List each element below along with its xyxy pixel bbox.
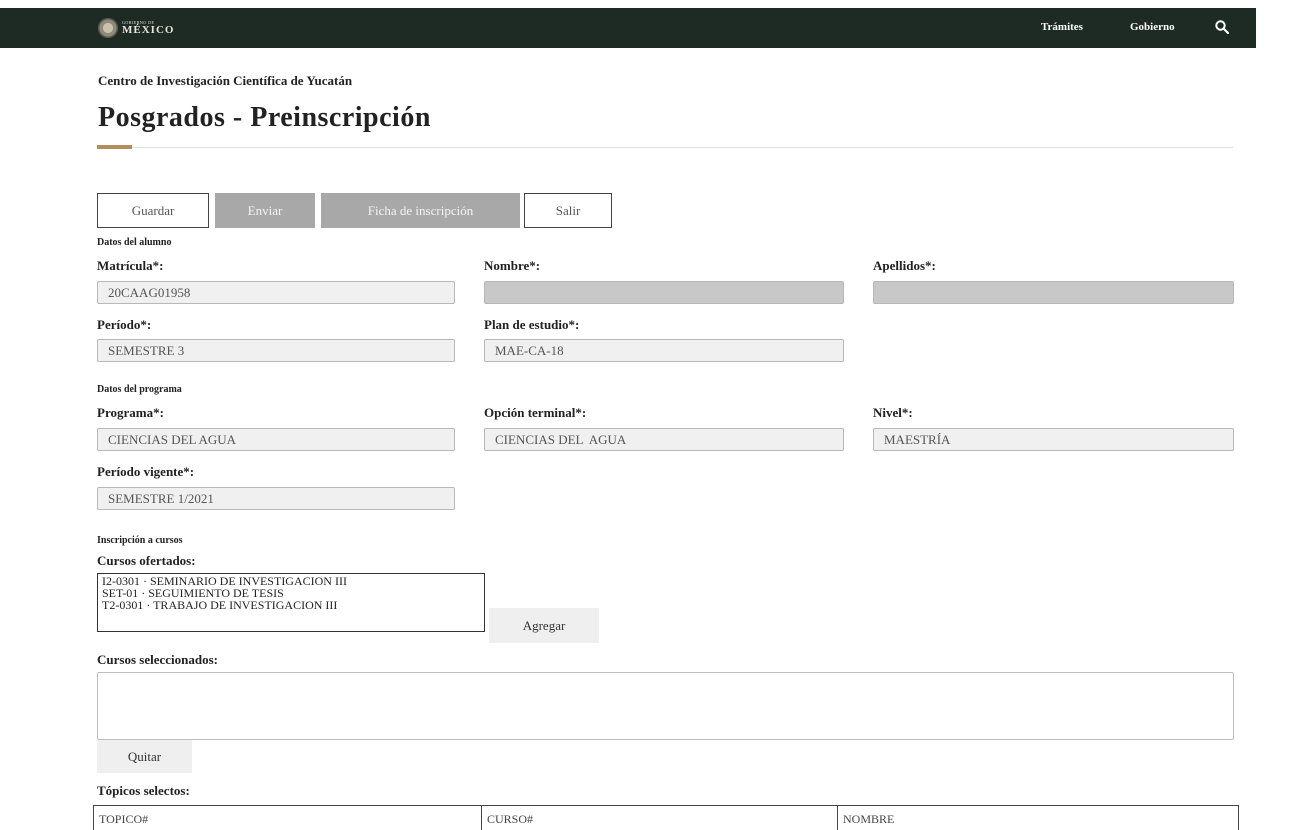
- plan-estudio-label: Plan de estudio*:: [484, 317, 580, 332]
- search-icon[interactable]: [1214, 19, 1230, 35]
- table-header-curso: CURSO#: [481, 806, 837, 830]
- section-inscripcion-cursos: Inscripción a cursos: [97, 535, 183, 546]
- list-item[interactable]: T2-0301 · TRABAJO DE INVESTIGACION III: [102, 599, 480, 611]
- ficha-inscripcion-button[interactable]: Ficha de inscripción: [321, 193, 520, 228]
- apellidos-field[interactable]: [873, 281, 1234, 304]
- quitar-button[interactable]: Quitar: [97, 740, 192, 773]
- matricula-label: Matrícula*:: [97, 258, 164, 273]
- opcion-terminal-label: Opción terminal*:: [484, 405, 587, 420]
- table-header-topico: TOPICO#: [93, 806, 481, 830]
- cursos-seleccionados-label: Cursos seleccionados:: [97, 652, 218, 667]
- cursos-ofertados-listbox[interactable]: I2-0301 · SEMINARIO DE INVESTIGACION III…: [97, 573, 485, 632]
- table-header-nombre: NOMBRE: [837, 806, 1239, 830]
- title-divider: [132, 147, 1233, 148]
- section-datos-alumno: Datos del alumno: [97, 237, 172, 248]
- nombre-label: Nombre*:: [484, 258, 541, 273]
- nombre-field[interactable]: [484, 281, 844, 304]
- programa-field[interactable]: CIENCIAS DEL AGUA: [97, 428, 455, 451]
- enviar-button[interactable]: Enviar: [215, 193, 315, 228]
- topicos-selectos-label: Tópicos selectos:: [97, 783, 190, 798]
- title-accent-bar: [97, 145, 132, 149]
- matricula-field[interactable]: 20CAAG01958: [97, 281, 455, 304]
- cursos-ofertados-label: Cursos ofertados:: [97, 553, 196, 568]
- plan-estudio-field[interactable]: MAE-CA-18: [484, 339, 844, 362]
- logo-big-text: MÉXICO: [122, 23, 175, 36]
- opcion-terminal-field[interactable]: CIENCIAS DEL AGUA: [484, 428, 844, 451]
- mexico-emblem-icon: [98, 18, 118, 38]
- salir-button[interactable]: Salir: [524, 193, 612, 228]
- section-datos-programa: Datos del programa: [97, 384, 182, 395]
- agregar-button[interactable]: Agregar: [489, 608, 599, 643]
- institution-name: Centro de Investigación Científica de Yu…: [98, 73, 353, 88]
- periodo-vigente-field[interactable]: SEMESTRE 1/2021: [97, 487, 455, 510]
- periodo-field[interactable]: SEMESTRE 3: [97, 339, 455, 362]
- periodo-vigente-label: Período vigente*:: [97, 464, 195, 479]
- periodo-label: Período*:: [97, 317, 152, 332]
- programa-label: Programa*:: [97, 405, 164, 420]
- nav-link-gobierno[interactable]: Gobierno: [1130, 21, 1175, 33]
- nav-link-tramites[interactable]: Trámites: [1041, 21, 1083, 33]
- page-title: Posgrados - Preinscripción: [98, 102, 431, 133]
- apellidos-label: Apellidos*:: [873, 258, 936, 273]
- gobierno-mexico-logo[interactable]: GOBIERNO DE MÉXICO: [98, 18, 174, 38]
- topicos-table: TOPICO# CURSO# NOMBRE: [93, 805, 1239, 830]
- top-navbar: GOBIERNO DE MÉXICO Trámites Gobierno: [0, 8, 1256, 48]
- cursos-seleccionados-listbox[interactable]: [97, 672, 1234, 740]
- nivel-label: Nivel*:: [873, 405, 913, 420]
- nivel-field[interactable]: MAESTRÍA: [873, 428, 1234, 451]
- guardar-button[interactable]: Guardar: [97, 193, 209, 228]
